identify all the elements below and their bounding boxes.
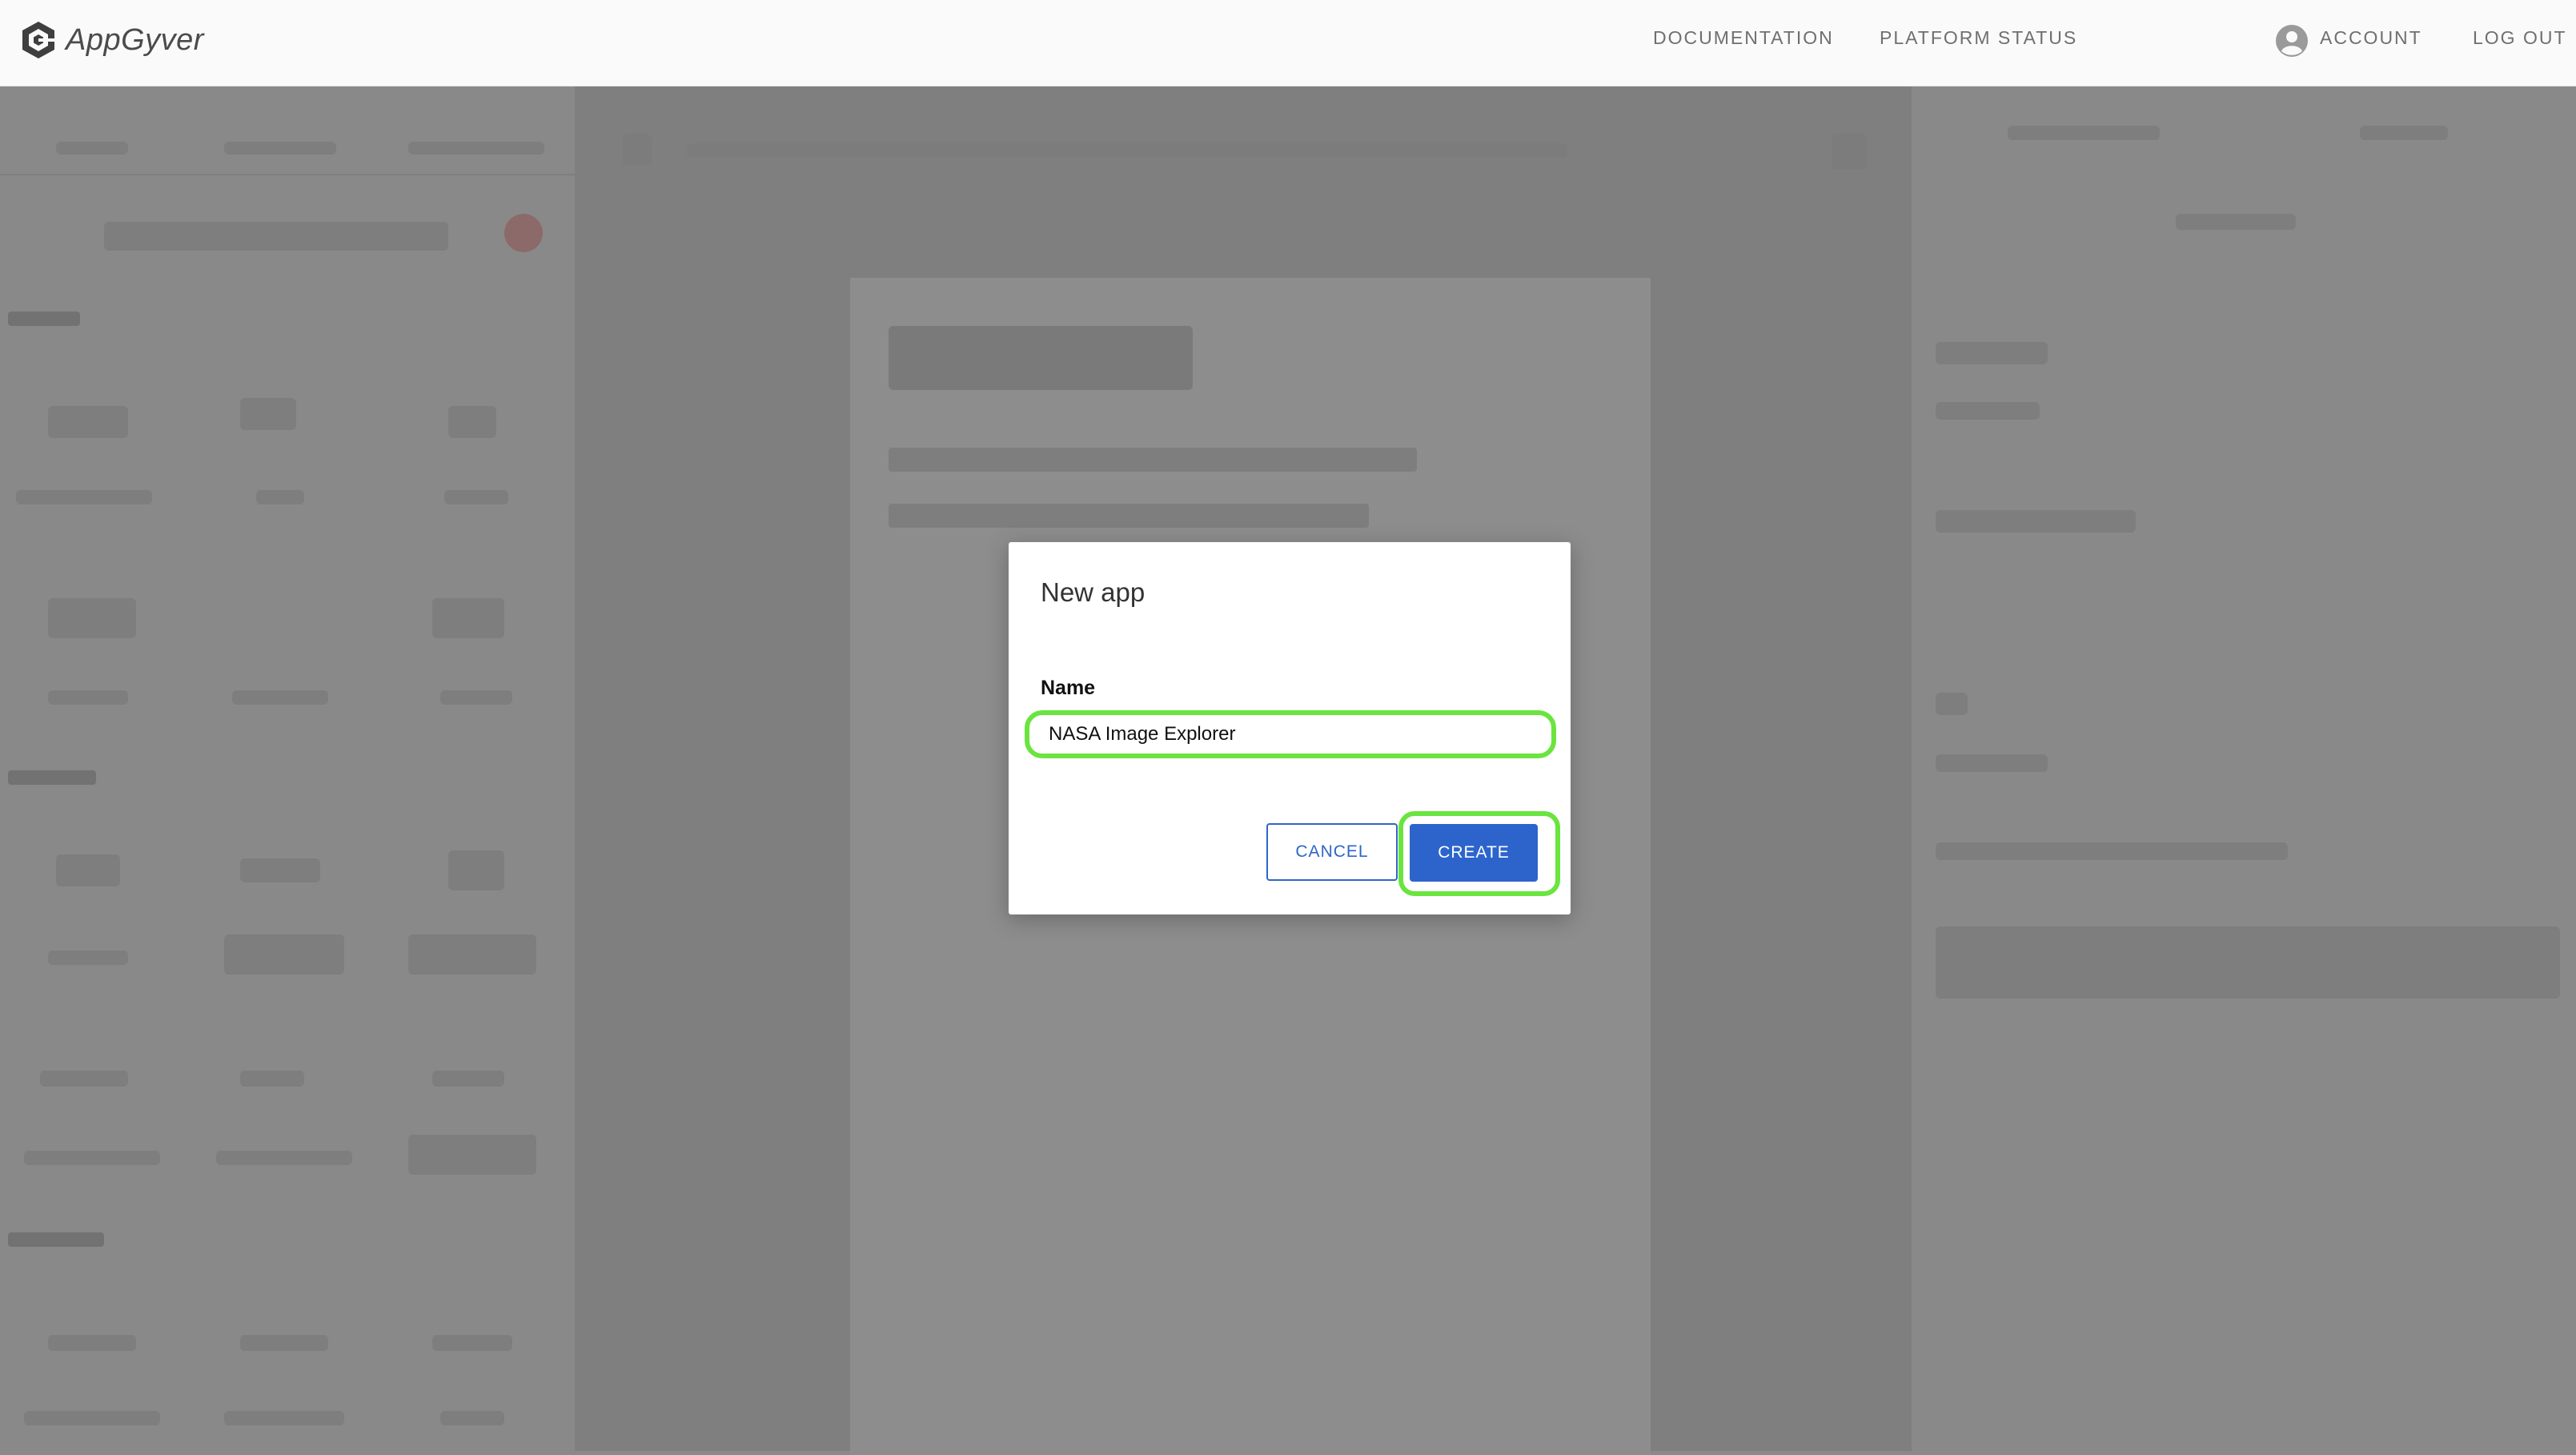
property-value — [1936, 754, 2048, 772]
component-tile — [40, 1071, 128, 1087]
property-title — [1936, 342, 2048, 364]
property-title — [1936, 693, 1968, 715]
component-tile-label — [444, 490, 508, 504]
name-field-label: Name — [1041, 677, 1096, 699]
component-tile — [448, 850, 504, 890]
component-tile — [56, 854, 120, 886]
section-title-placeholder — [8, 1232, 104, 1247]
section-title-placeholder — [8, 770, 96, 785]
appgyver-logo-icon — [22, 22, 54, 58]
canvas-settings-icon — [1832, 134, 1867, 169]
properties-link — [2176, 214, 2296, 230]
component-tile — [240, 398, 296, 430]
component-tile-label — [48, 690, 128, 705]
dialog-title: New app — [1041, 577, 1146, 607]
component-tile — [432, 598, 504, 638]
component-search-field — [104, 222, 448, 251]
panel-tab-2 — [224, 142, 336, 155]
component-tile-label — [256, 490, 304, 504]
property-value — [1936, 402, 2040, 420]
component-tile-label — [440, 1411, 504, 1425]
properties-tab — [2360, 126, 2448, 140]
nav-documentation-link[interactable]: DOCUMENTATION — [1653, 27, 1834, 49]
property-title — [1936, 510, 2136, 533]
canvas-paragraph-line — [889, 448, 1417, 472]
component-tile — [448, 406, 496, 438]
brand-name: AppGyver — [66, 22, 204, 57]
canvas-breadcrumb — [687, 143, 1567, 158]
top-navigation-bar: AppGyver DOCUMENTATION PLATFORM STATUS A… — [0, 0, 2576, 86]
component-tile-label — [48, 951, 128, 965]
component-tile — [240, 1071, 304, 1087]
component-tile-label — [216, 1151, 352, 1165]
appgyver-logo[interactable]: AppGyver — [18, 18, 204, 62]
component-tile — [432, 1071, 504, 1087]
canvas-headline-placeholder — [889, 326, 1193, 390]
canvas-toolbar-icon — [623, 134, 652, 166]
properties-panel — [1912, 86, 2576, 1451]
component-tile-label — [24, 1151, 160, 1165]
component-tile — [48, 598, 136, 638]
component-tile — [240, 1335, 328, 1351]
component-panel-tabs — [0, 110, 575, 175]
component-tile-label — [224, 934, 344, 975]
create-button-highlight: CREATE — [1398, 811, 1560, 896]
component-tile — [432, 1335, 512, 1351]
canvas-paragraph-line — [889, 504, 1369, 528]
section-title-placeholder — [8, 311, 80, 326]
component-tile — [48, 406, 128, 438]
cancel-button[interactable]: CANCEL — [1266, 823, 1398, 881]
properties-tab — [2008, 126, 2160, 140]
component-tile-label — [224, 1411, 344, 1425]
nav-platform-status-link[interactable]: PLATFORM STATUS — [1880, 27, 2077, 49]
app-name-input[interactable] — [1025, 710, 1556, 758]
panel-tab-1 — [56, 142, 128, 155]
component-tile-label — [16, 490, 152, 504]
component-tile-label — [408, 934, 536, 975]
panel-tab-3 — [408, 142, 544, 155]
nav-account-link[interactable]: ACCOUNT — [2320, 27, 2422, 49]
property-action-bar — [1936, 926, 2560, 999]
component-tile-label — [440, 690, 512, 705]
component-tile-label — [24, 1411, 160, 1425]
component-tile — [240, 858, 320, 882]
account-avatar-icon[interactable] — [2275, 24, 2309, 58]
nav-logout-link[interactable]: LOG OUT — [2473, 27, 2567, 49]
property-value — [1936, 842, 2288, 860]
component-tile — [48, 1335, 136, 1351]
new-app-dialog: New app Name CANCEL CREATE — [1009, 542, 1571, 914]
component-tile-label — [408, 1135, 536, 1175]
canvas-toolbar — [575, 118, 1912, 190]
component-library-panel — [0, 86, 575, 1451]
component-tile-label — [232, 690, 328, 705]
close-search-icon — [504, 214, 543, 252]
create-button[interactable]: CREATE — [1410, 824, 1538, 882]
